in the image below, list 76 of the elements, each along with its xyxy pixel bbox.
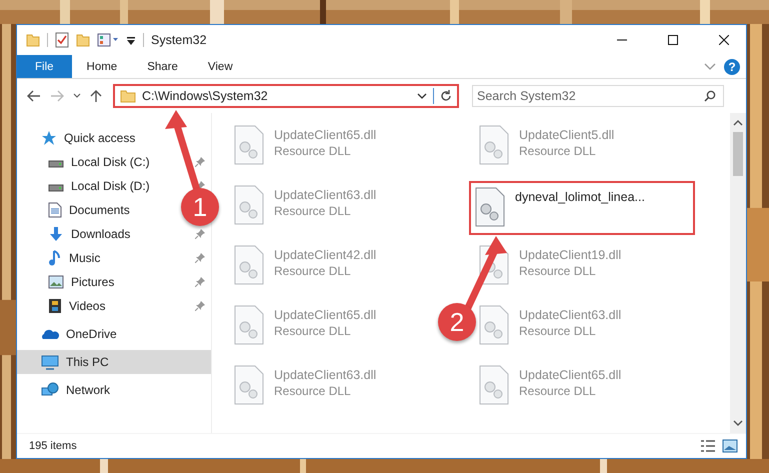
maximize-icon (668, 35, 678, 45)
monitor-icon (41, 354, 59, 370)
settings-file-icon[interactable] (479, 125, 509, 165)
ribbon-tab[interactable]: Home (72, 55, 132, 78)
folder-icon (120, 89, 136, 103)
caret-icon[interactable] (73, 93, 81, 99)
settings-file-icon[interactable] (475, 187, 505, 227)
ribbon-tab[interactable]: File (17, 55, 72, 78)
scrollbar-thumb[interactable] (733, 132, 743, 176)
pin-icon[interactable] (195, 277, 205, 287)
sidebar-item[interactable]: Quick access (17, 126, 211, 150)
settings-file-icon[interactable] (234, 245, 264, 285)
settings-file-icon[interactable] (479, 305, 509, 345)
customize-icon[interactable] (126, 34, 136, 46)
file-type: Resource DLL (274, 384, 352, 398)
file-type: Resource DLL (274, 204, 352, 218)
film-icon (48, 298, 62, 314)
properties-icon[interactable] (97, 33, 119, 47)
sidebar-item[interactable]: OneDrive (17, 322, 211, 346)
file-type: Resource DLL (274, 144, 352, 158)
settings-file-icon[interactable] (234, 365, 264, 405)
cloud-icon (41, 328, 59, 340)
settings-file-icon[interactable] (234, 305, 264, 345)
ribbon-tab[interactable]: View (192, 55, 248, 78)
sidebar-item[interactable]: Music (48, 250, 100, 266)
settings-file-icon[interactable] (234, 125, 264, 165)
address-path: C:\Windows\System32 (142, 89, 268, 103)
folder-icon[interactable] (76, 33, 90, 47)
address-bar[interactable]: C:\Windows\System32 (113, 84, 459, 108)
folder-icon[interactable] (26, 33, 40, 47)
pin-icon[interactable] (195, 253, 205, 263)
thumbnail-view-icon[interactable] (722, 439, 738, 453)
pin-icon[interactable] (195, 301, 205, 311)
search-field[interactable]: Search System32 (472, 85, 724, 107)
scroll-down-icon[interactable] (733, 420, 743, 427)
settings-file-icon[interactable] (234, 185, 264, 225)
file-item[interactable]: dyneval_lolimot_linea... (469, 181, 695, 235)
item-count: 195 items (29, 440, 77, 452)
back-icon[interactable] (27, 90, 41, 102)
network-icon (41, 382, 59, 398)
sidebar-item[interactable]: Local Disk (C:) (48, 155, 150, 169)
help-button[interactable]: ? (724, 58, 740, 74)
pin-icon[interactable] (195, 157, 205, 167)
sidebar-item[interactable]: Network (17, 378, 211, 402)
image-icon (48, 275, 64, 289)
sidebar-item[interactable]: This PC (17, 350, 211, 374)
sidebar-item[interactable]: Pictures (48, 275, 114, 289)
window-title: System32 (151, 33, 207, 47)
file-name[interactable]: dyneval_lolimot_linea... (515, 190, 645, 204)
file-type: Resource DLL (274, 264, 352, 278)
sidebar-item[interactable]: Documents (48, 202, 130, 218)
minimize-icon (617, 39, 627, 41)
file-type: Resource DLL (519, 384, 597, 398)
download-arrow-icon (48, 226, 64, 242)
sidebar-item[interactable]: Local Disk (D:) (48, 179, 150, 193)
document-icon (48, 202, 62, 218)
file-type: Resource DLL (274, 324, 352, 338)
details-view-icon[interactable] (700, 439, 716, 453)
expand-icon[interactable] (704, 62, 716, 70)
file-type: Resource DLL (519, 324, 597, 338)
forward-icon[interactable] (50, 90, 64, 102)
file-type: Resource DLL (519, 264, 597, 278)
music-note-icon (48, 250, 62, 266)
star-icon (41, 130, 57, 146)
sidebar-item[interactable]: Downloads (48, 226, 130, 242)
checklist-icon[interactable] (55, 32, 69, 48)
up-arrow-icon[interactable] (90, 89, 102, 103)
sidebar-item[interactable]: Videos (48, 298, 106, 314)
file-type: Resource DLL (519, 144, 597, 158)
settings-file-icon[interactable] (479, 365, 509, 405)
refresh-icon[interactable] (440, 90, 452, 102)
dropdown-icon[interactable] (417, 92, 427, 100)
scroll-up-icon[interactable] (733, 119, 743, 126)
pin-icon[interactable] (195, 229, 205, 239)
close-icon (719, 35, 729, 45)
ribbon-tab[interactable]: Share (132, 55, 193, 78)
